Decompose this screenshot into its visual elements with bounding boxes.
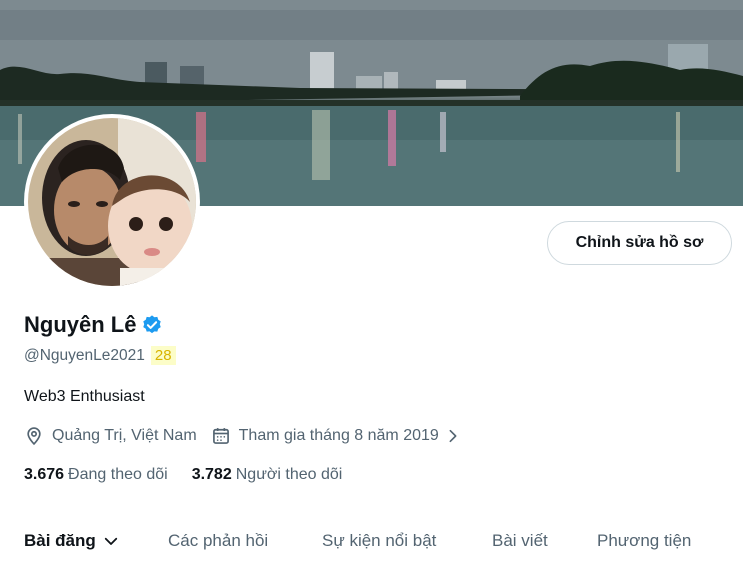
- tab-highlights-label: Sự kiện nổi bật: [322, 531, 437, 550]
- verified-badge-icon[interactable]: [141, 314, 163, 336]
- tab-posts-label: Bài đăng: [24, 531, 96, 550]
- highlight-number-badge: 28: [150, 346, 176, 365]
- location-text: Quảng Trị, Việt Nam: [52, 427, 197, 444]
- joined-text: Tham gia tháng 8 năm 2019: [238, 427, 439, 444]
- profile-bio: Web3 Enthusiast: [24, 388, 145, 405]
- profile-location: Quảng Trị, Việt Nam: [24, 426, 197, 446]
- tab-replies-label: Các phản hồi: [168, 531, 269, 550]
- profile-handle: @NguyenLe2021: [24, 346, 145, 364]
- avatar-photo: [28, 118, 196, 286]
- tab-articles-label: Bài viết: [492, 531, 548, 550]
- calendar-icon: [212, 428, 229, 444]
- profile-name-row: Nguyên Lê: [24, 312, 163, 338]
- tab-media-label: Phương tiện: [597, 531, 692, 550]
- profile-display-name: Nguyên Lê: [24, 312, 137, 337]
- profile-follow-stats: 3.676 Đang theo dõi 3.782 Người theo dõi: [24, 466, 342, 484]
- profile-meta-row: Quảng Trị, Việt Nam Tham gia tháng 8 năm…: [24, 426, 469, 446]
- location-pin-icon: [27, 427, 41, 446]
- chevron-down-icon: [104, 537, 117, 545]
- tab-replies[interactable]: Các phản hồi: [168, 531, 268, 551]
- following-link[interactable]: 3.676 Đang theo dõi: [24, 466, 168, 484]
- following-label: Đang theo dõi: [68, 466, 168, 483]
- chevron-right-icon: [449, 429, 457, 443]
- tab-media[interactable]: Phương tiện: [597, 531, 691, 551]
- following-count: 3.676: [24, 466, 65, 483]
- followers-count: 3.782: [191, 466, 232, 483]
- tab-articles[interactable]: Bài viết: [492, 531, 548, 551]
- profile-handle-row: @NguyenLe2021 28: [24, 346, 176, 365]
- followers-label: Người theo dõi: [235, 466, 343, 483]
- profile-joined[interactable]: Tham gia tháng 8 năm 2019: [211, 426, 469, 446]
- avatar-illustration: [28, 118, 196, 286]
- profile-tabs: Bài đăng Các phản hồi Sự kiện nổi bật Bà…: [0, 528, 743, 569]
- profile-avatar[interactable]: [24, 114, 200, 290]
- edit-profile-button[interactable]: Chỉnh sửa hồ sơ: [547, 221, 732, 265]
- tab-highlights[interactable]: Sự kiện nổi bật: [322, 531, 436, 551]
- tab-posts[interactable]: Bài đăng: [24, 531, 120, 551]
- followers-link[interactable]: 3.782 Người theo dõi: [192, 466, 343, 484]
